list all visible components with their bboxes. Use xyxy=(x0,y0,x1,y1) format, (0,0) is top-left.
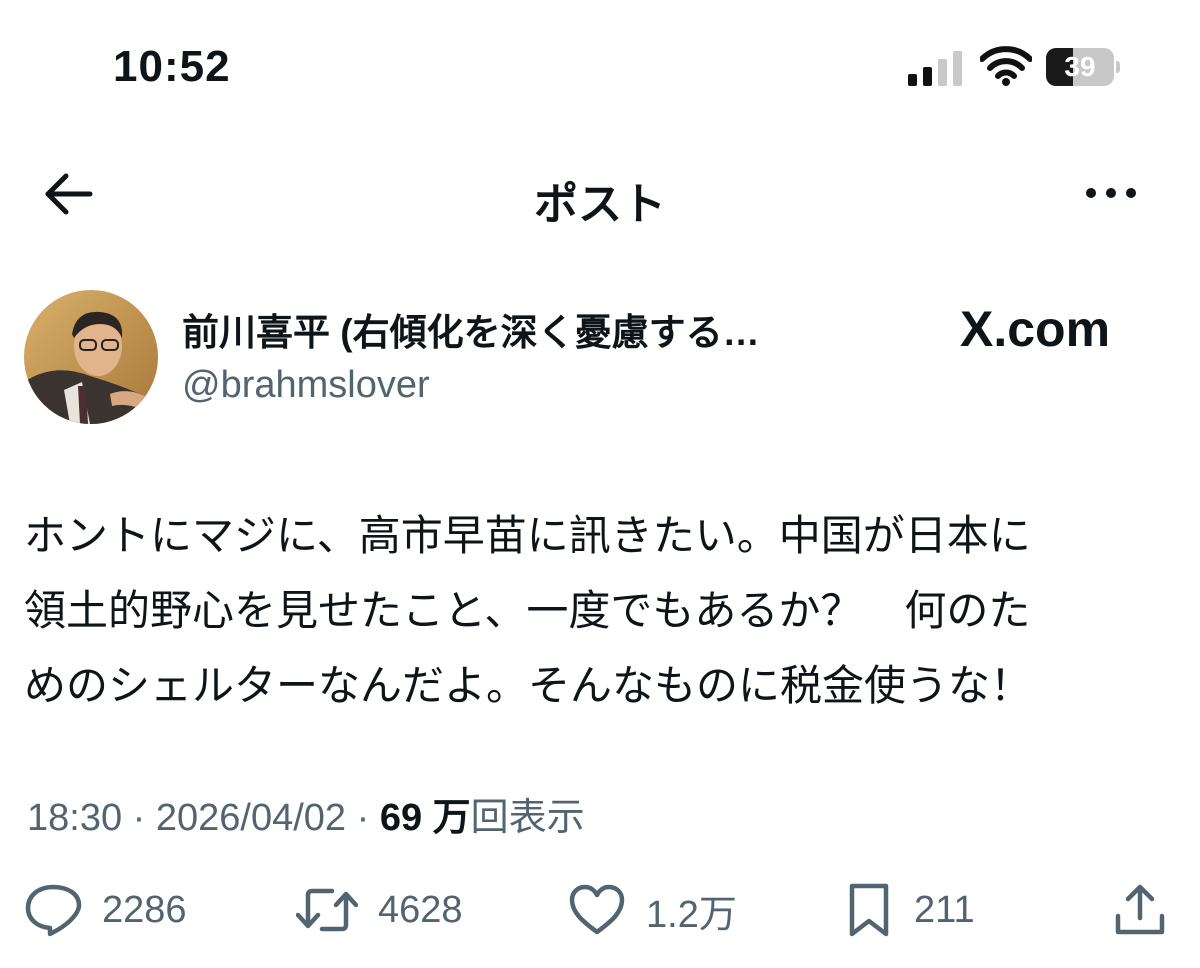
avatar-photo xyxy=(24,290,158,424)
reply-button[interactable]: 2286 xyxy=(24,880,187,940)
post-time[interactable]: 18:30 xyxy=(27,797,122,839)
status-time: 10:52 xyxy=(113,42,231,91)
author-name[interactable]: 前川喜平 (右傾化を深く憂慮する… xyxy=(182,302,760,356)
battery-icon: 39 xyxy=(1046,48,1120,86)
view-count: 69 万 xyxy=(379,797,471,839)
post-text-line: 領土的野心を見せたこと、一度でもあるか？ 何のた xyxy=(24,587,1031,634)
wifi-icon xyxy=(980,46,1032,86)
view-count-label: 回表示 xyxy=(470,797,585,839)
meta-separator: · xyxy=(122,797,156,839)
battery-level: 39 xyxy=(1064,51,1096,82)
like-count: 1.2万 xyxy=(646,893,737,936)
post-text: ホントにマジに、高市早苗に訊きたい。中国が日本に 領土的野心を見せたこと、一度で… xyxy=(24,498,1184,723)
repost-icon xyxy=(296,888,358,932)
post-text-line: ホントにマジに、高市早苗に訊きたい。中国が日本に xyxy=(24,512,1031,559)
page-title: ポスト xyxy=(534,180,666,229)
author-handle[interactable]: @brahmslover xyxy=(182,364,430,407)
share-icon xyxy=(1115,884,1165,935)
bookmark-count: 211 xyxy=(914,888,975,931)
bookmark-button[interactable]: 211 xyxy=(844,880,975,940)
post-text-line: めのシェルターなんだよ。そんなものに税金使うな！ xyxy=(24,662,1033,709)
bookmark-icon xyxy=(849,883,889,937)
repost-button[interactable]: 4628 xyxy=(296,880,463,940)
x-com-watermark: X.com xyxy=(960,301,1111,357)
signal-icon xyxy=(908,51,962,86)
post-date[interactable]: 2026/04/02 xyxy=(156,797,346,839)
share-button[interactable] xyxy=(1112,880,1168,940)
post-meta: 18:30 · 2026/04/02 · 69 万回表示 xyxy=(27,786,585,841)
like-button[interactable]: 1.2万 xyxy=(568,880,737,940)
heart-icon xyxy=(569,884,625,935)
reply-count: 2286 xyxy=(102,888,187,931)
meta-separator: · xyxy=(346,797,380,839)
repost-count: 4628 xyxy=(378,888,463,931)
more-icon[interactable] xyxy=(1084,176,1138,210)
avatar[interactable] xyxy=(24,290,158,424)
reply-icon xyxy=(25,884,82,937)
